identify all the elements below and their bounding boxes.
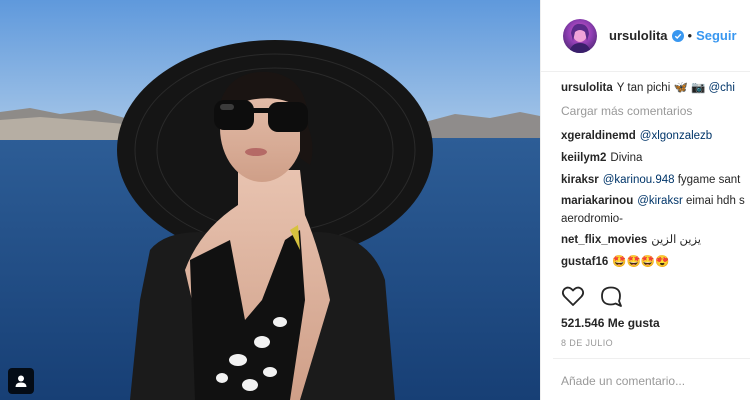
comment-mention[interactable]: @xlgonzalezb [640,130,712,142]
comment-item: keiilym2 Divina [561,150,750,167]
comment-item: kiraksr @karinou.948 fygame sant [561,172,750,189]
heart-icon [561,286,585,306]
verified-badge-icon [671,29,684,42]
tag-users-button[interactable] [8,368,34,394]
comment-username[interactable]: gustaf16 [561,256,608,268]
speech-bubble-icon [601,286,622,307]
comment-text: 🤩🤩🤩😍 [612,256,670,269]
comment-item: gustaf16 🤩🤩🤩😍 [561,254,750,271]
caption-mention[interactable]: @chi [709,82,735,94]
post-side-panel: ursulolita • Seguir ursulolita Y tan pich… [540,0,750,400]
post-actions [561,284,637,308]
separator-dot: • [687,28,693,43]
follow-button[interactable]: Seguir [696,28,736,43]
post-header: ursulolita • Seguir [541,0,750,72]
caption-username[interactable]: ursulolita [561,82,613,94]
divider [553,358,750,359]
username[interactable]: ursulolita [609,28,668,43]
user-icon [15,375,27,387]
comment-username[interactable]: kiraksr [561,174,599,186]
photo-scene [0,0,540,400]
comments-list: ursulolita Y tan pichi 🦋 📷 @chi Cargar má… [561,80,750,276]
likes-count[interactable]: 521.546 Me gusta [561,316,660,330]
comment-username[interactable]: xgeraldinemd [561,130,636,142]
comment-text: fygame sant [677,173,741,186]
comment-item: mariakarinou @kiraksr eimai hdh s aerodro… [561,193,750,228]
avatar-portrait [569,23,591,53]
caption: ursulolita Y tan pichi 🦋 📷 @chi [561,80,750,97]
caption-text: Y tan pichi 🦋 📷 [616,82,706,94]
comment-mention[interactable]: @kiraksr [637,195,683,207]
comment-button[interactable] [599,284,623,308]
add-comment-input[interactable]: Añade un comentario... [561,374,685,388]
post-date[interactable]: 8 DE JULIO [561,338,613,348]
comment-username[interactable]: net_flix_movies [561,234,647,246]
comment-text: يزين الزين [651,234,701,247]
comment-username[interactable]: keiilym2 [561,152,606,164]
comment-mention[interactable]: @karinou.948 [603,174,675,186]
comment-item: net_flix_movies يزين الزين [561,232,750,249]
post-photo[interactable] [0,0,540,400]
comment-text: Divina [610,151,643,164]
like-button[interactable] [561,285,585,307]
load-more-comments-button[interactable]: Cargar más comentarios [561,102,750,120]
comment-username[interactable]: mariakarinou [561,195,633,207]
avatar[interactable] [563,18,597,53]
comment-item: xgeraldinemd @xlgonzalezb [561,128,750,145]
